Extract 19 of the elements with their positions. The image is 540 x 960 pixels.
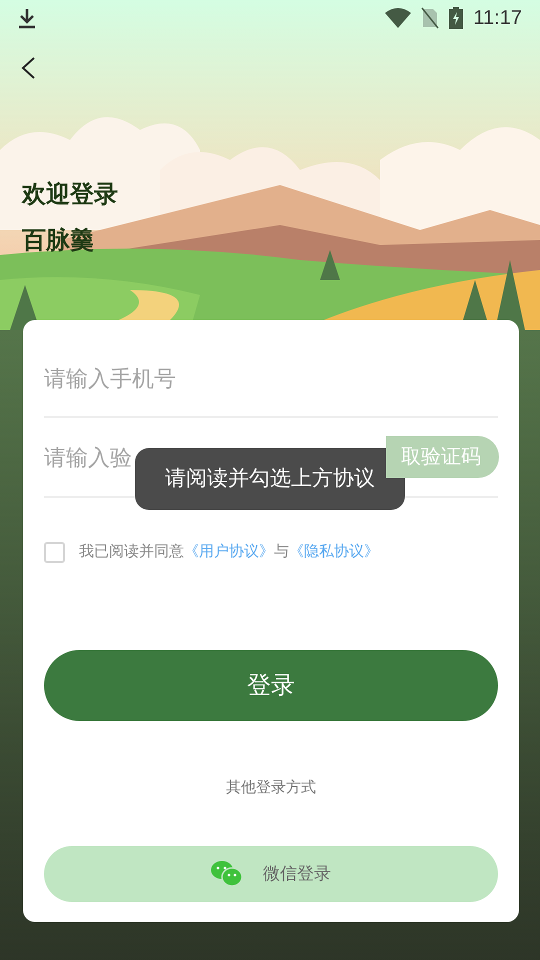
privacy-agreement-link[interactable]: 《隐私协议》 <box>289 540 379 564</box>
wechat-icon <box>211 860 243 887</box>
agreement-text: 我已阅读并同意 <box>79 542 184 562</box>
user-agreement-link[interactable]: 《用户协议》 <box>184 540 274 564</box>
other-login-label: 其他登录方式 <box>226 778 316 798</box>
battery-icon <box>449 7 464 29</box>
clock-time: 11:17 <box>473 6 522 31</box>
no-sim-icon <box>421 7 440 29</box>
conjunction-text: 与 <box>274 542 289 562</box>
welcome-title: 欢迎登录 <box>22 180 119 210</box>
login-button[interactable]: 登录 <box>44 650 498 721</box>
phone-input[interactable]: 请输入手机号 <box>44 362 498 394</box>
back-icon[interactable] <box>20 56 36 80</box>
wechat-login-button[interactable]: 微信登录 <box>44 846 498 902</box>
wifi-icon <box>385 8 412 28</box>
app-name: 百脉羹 <box>22 226 95 256</box>
agreement-checkbox[interactable] <box>44 542 65 562</box>
code-input[interactable]: 请输入验 <box>44 440 134 474</box>
download-icon <box>18 7 36 29</box>
